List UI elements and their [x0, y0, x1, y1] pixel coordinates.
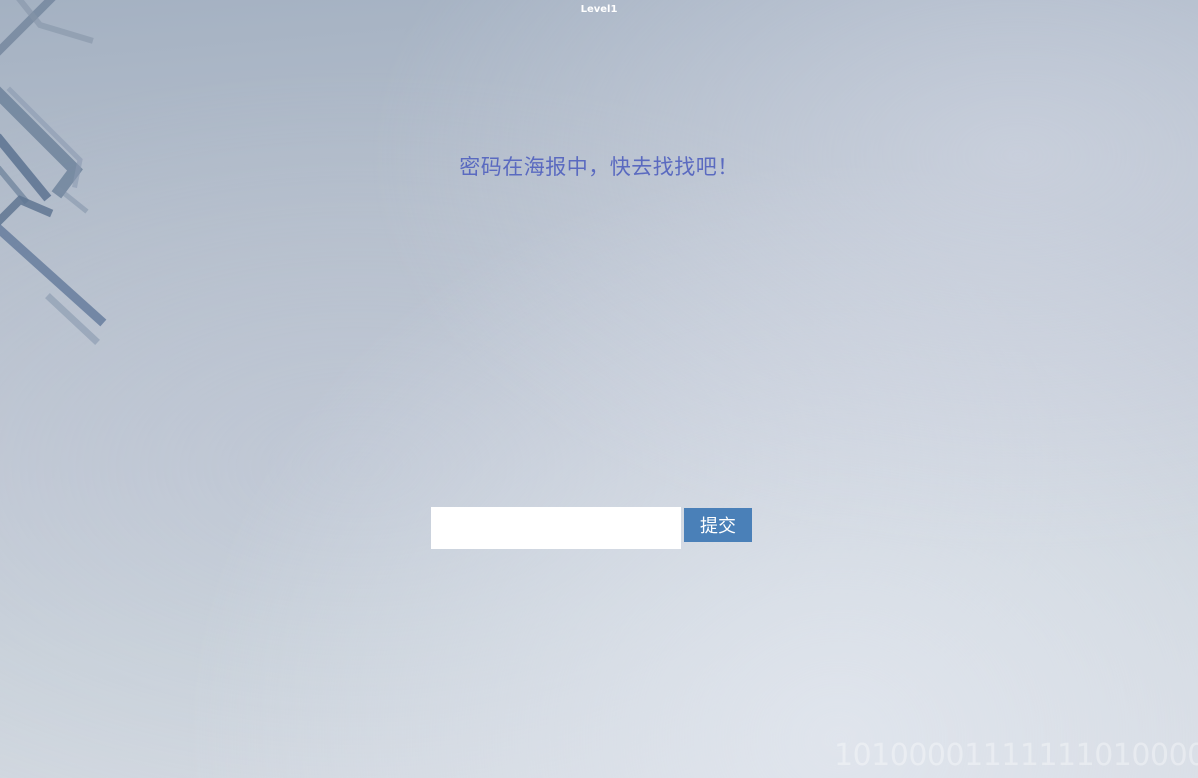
- submit-button[interactable]: 提交: [684, 508, 752, 542]
- background-binary-text: 101000011111110100000: [834, 738, 1198, 773]
- level-title: Level1: [580, 4, 618, 15]
- password-input[interactable]: [431, 507, 681, 549]
- password-hint: 密码在海报中，快去找找吧！: [459, 155, 739, 179]
